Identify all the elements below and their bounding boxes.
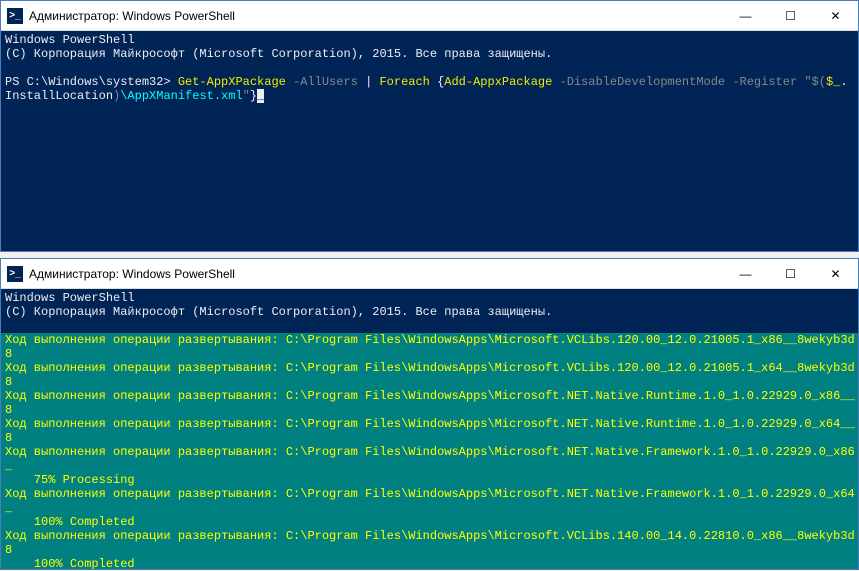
progress-status: 75% Processing bbox=[1, 473, 858, 487]
powershell-icon: >_ bbox=[7, 8, 23, 24]
progress-line: Ход выполнения операции развертывания: C… bbox=[1, 389, 858, 417]
progress-line: Ход выполнения операции развертывания: C… bbox=[1, 333, 858, 361]
titlebar-2[interactable]: >_ Администратор: Windows PowerShell — ☐… bbox=[1, 259, 858, 289]
progress-line: Ход выполнения операции развертывания: C… bbox=[1, 529, 858, 557]
progress-line: Ход выполнения операции развертывания: C… bbox=[1, 487, 858, 515]
progress-line: Ход выполнения операции развертывания: C… bbox=[1, 361, 858, 389]
cursor: _ bbox=[257, 89, 264, 103]
brace: } bbox=[250, 89, 257, 103]
progress-status: 100% Completed bbox=[1, 557, 858, 569]
cmdlet: Foreach bbox=[379, 75, 437, 89]
powershell-window-2: >_ Администратор: Windows PowerShell — ☐… bbox=[0, 258, 859, 570]
flag: -DisableDevelopmentMode -Register bbox=[560, 75, 805, 89]
minimize-button[interactable]: — bbox=[723, 259, 768, 289]
cmdlet: Get-AppXPackage bbox=[178, 75, 293, 89]
header-line: Windows PowerShell bbox=[5, 291, 135, 305]
prompt: PS C:\Windows\system32> bbox=[5, 75, 178, 89]
terminal-content-1[interactable]: Windows PowerShell (C) Корпорация Майкро… bbox=[1, 31, 858, 251]
copyright-line: (C) Корпорация Майкрософт (Microsoft Cor… bbox=[5, 305, 552, 319]
pipe: | bbox=[365, 75, 379, 89]
progress-line: Ход выполнения операции развертывания: C… bbox=[1, 445, 858, 473]
copyright-line: (C) Корпорация Майкрософт (Microsoft Cor… bbox=[5, 47, 552, 61]
progress-status: 100% Completed bbox=[1, 515, 858, 529]
maximize-button[interactable]: ☐ bbox=[768, 1, 813, 31]
close-button[interactable]: ✕ bbox=[813, 1, 858, 31]
minimize-button[interactable]: — bbox=[723, 1, 768, 31]
close-button[interactable]: ✕ bbox=[813, 259, 858, 289]
terminal-content-2[interactable]: Windows PowerShell (C) Корпорация Майкро… bbox=[1, 289, 858, 569]
cmdlet: Add-AppxPackage bbox=[444, 75, 559, 89]
string: "$( bbox=[804, 75, 826, 89]
powershell-icon: >_ bbox=[7, 266, 23, 282]
maximize-button[interactable]: ☐ bbox=[768, 259, 813, 289]
window-title-1: Администратор: Windows PowerShell bbox=[29, 9, 723, 23]
window-controls-2: — ☐ ✕ bbox=[723, 259, 858, 289]
powershell-window-1: >_ Администратор: Windows PowerShell — ☐… bbox=[0, 0, 859, 252]
header-line: Windows PowerShell bbox=[5, 33, 135, 47]
progress-line: Ход выполнения операции развертывания: C… bbox=[1, 417, 858, 445]
flag: -AllUsers bbox=[293, 75, 365, 89]
window-title-2: Администратор: Windows PowerShell bbox=[29, 267, 723, 281]
string: " bbox=[243, 89, 250, 103]
titlebar-1[interactable]: >_ Администратор: Windows PowerShell — ☐… bbox=[1, 1, 858, 31]
window-controls-1: — ☐ ✕ bbox=[723, 1, 858, 31]
path: \AppXManifest.xml bbox=[120, 89, 242, 103]
variable: $_ bbox=[826, 75, 840, 89]
